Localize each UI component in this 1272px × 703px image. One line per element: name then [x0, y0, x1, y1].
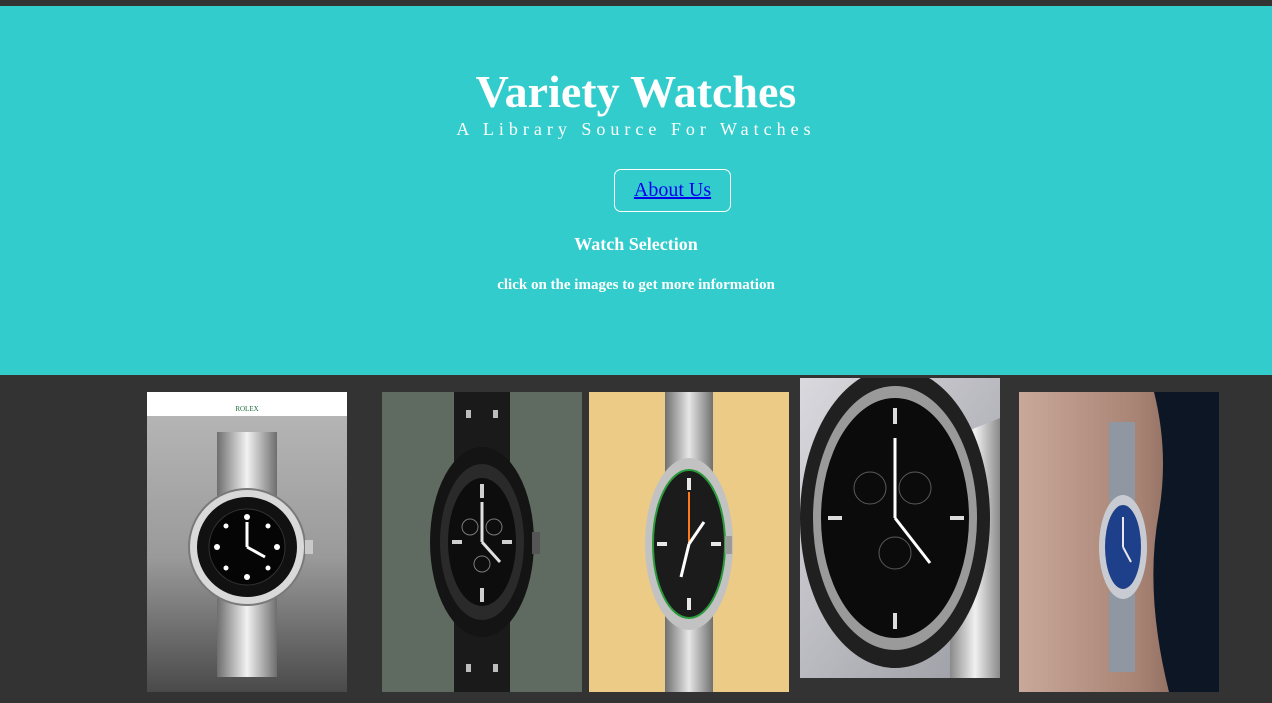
watch-image-blue-dial[interactable]	[1019, 392, 1219, 692]
site-title: Variety Watches	[475, 66, 797, 117]
site-header: Variety Watches A Library Source For Wat…	[0, 6, 1272, 375]
section-heading: Watch Selection	[574, 234, 698, 254]
milgauss-watch-image	[589, 392, 789, 692]
rolex-submariner-image: ROLEX	[147, 392, 347, 692]
about-us-link[interactable]: About Us	[634, 179, 711, 202]
speedmaster-chronograph-image	[800, 378, 1000, 678]
site-subtitle: A Library Source For Watches	[456, 119, 816, 139]
blue-dial-wrist-watch-image	[1019, 392, 1219, 692]
watch-image-rolex-submariner[interactable]: ROLEX	[147, 392, 347, 692]
watch-image-black-chronograph[interactable]	[382, 392, 582, 692]
about-us-button[interactable]: About Us	[614, 169, 731, 212]
black-chronograph-image	[382, 392, 582, 692]
section-hint: click on the images to get more informat…	[497, 277, 775, 293]
watch-image-milgauss[interactable]	[589, 392, 789, 692]
rolex-brand-mark: ROLEX	[235, 405, 258, 413]
page: Variety Watches A Library Source For Wat…	[0, 0, 1272, 703]
watch-image-speedmaster[interactable]	[800, 378, 1000, 678]
